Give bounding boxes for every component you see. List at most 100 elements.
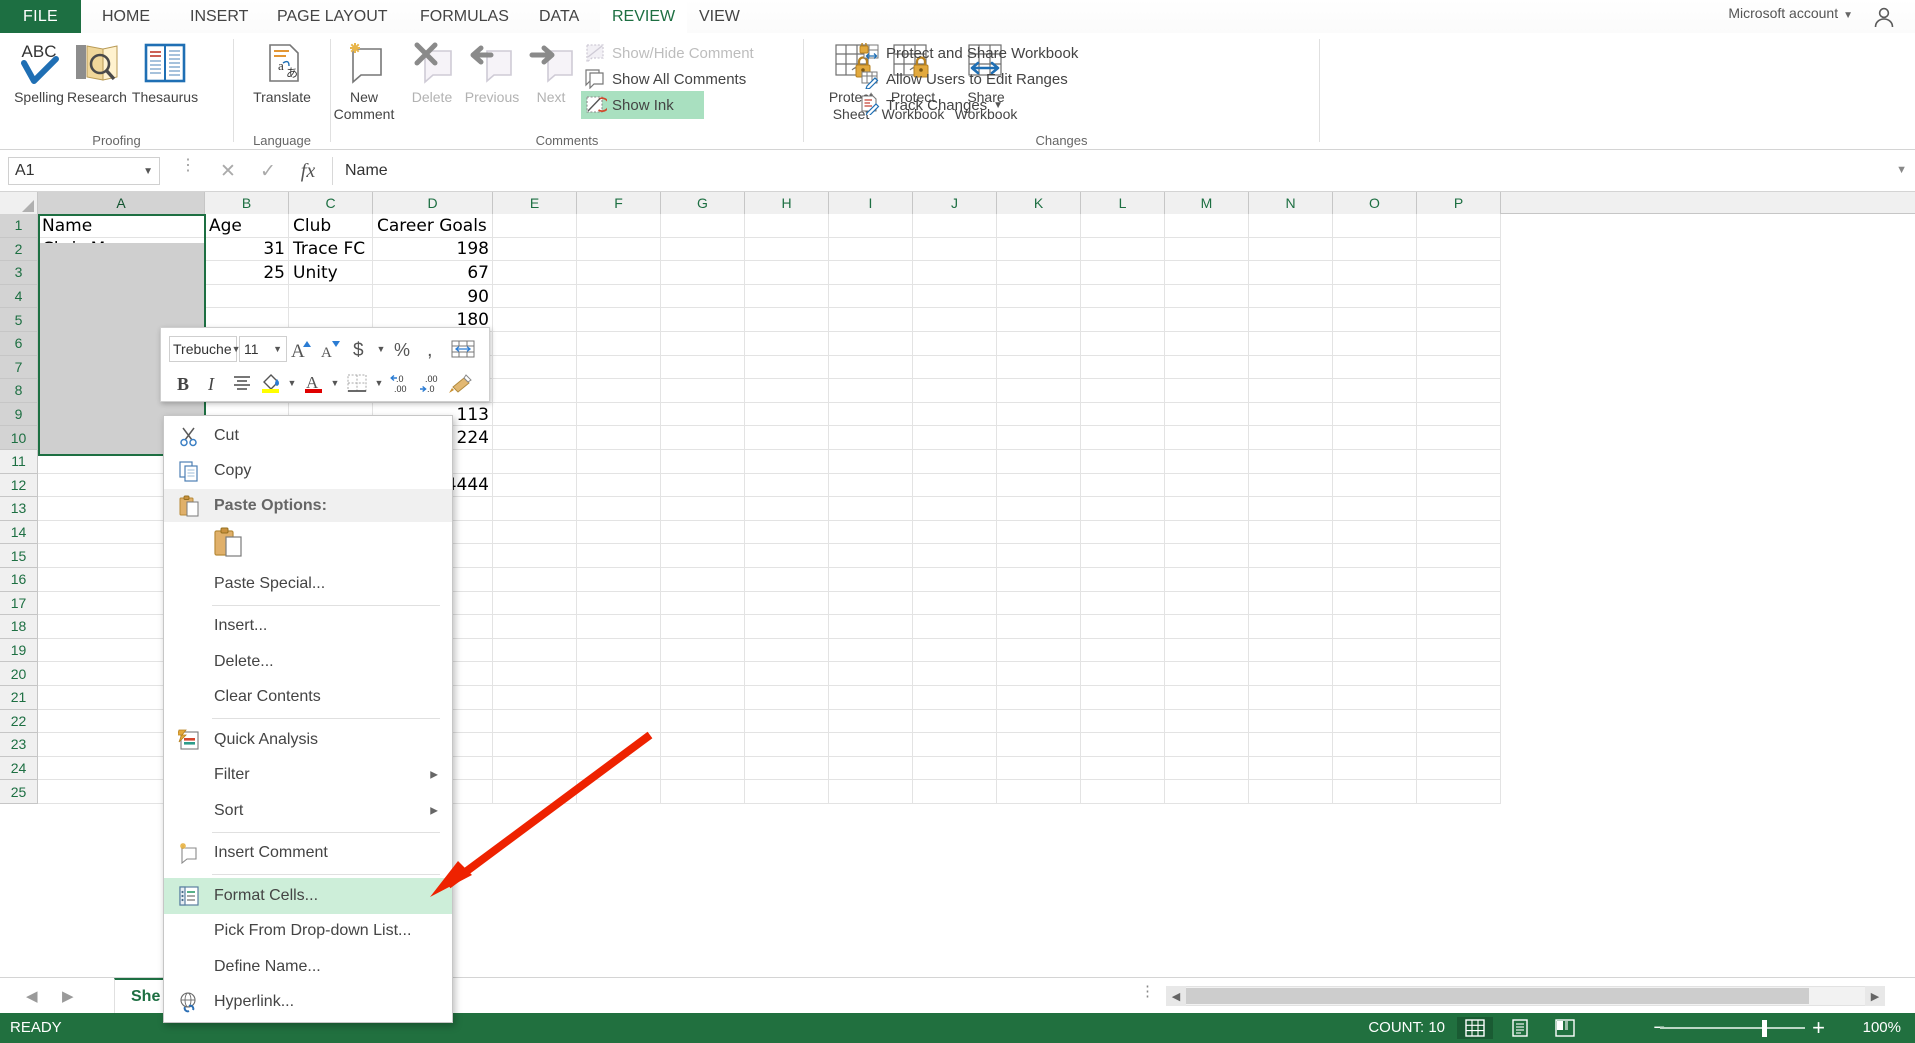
grid-cell-F4[interactable]: [577, 284, 661, 309]
page-break-preview-button[interactable]: [1547, 1017, 1583, 1039]
grid-cell-F10[interactable]: [577, 426, 661, 450]
context-menu-item-insert[interactable]: Insert...: [164, 609, 452, 645]
context-menu-item-clear-contents[interactable]: Clear Contents: [164, 680, 452, 716]
grid-cell-J8[interactable]: [913, 379, 997, 403]
grid-cell-M20[interactable]: [1165, 662, 1249, 686]
row-header-18[interactable]: 18: [0, 615, 38, 639]
grid-cell-J2[interactable]: [913, 237, 997, 262]
grid-cell-O11[interactable]: [1333, 450, 1417, 474]
grid-cell-L3[interactable]: [1081, 261, 1165, 285]
grid-cell-I7[interactable]: [829, 355, 913, 380]
grid-cell-E20[interactable]: [493, 662, 577, 686]
grid-cell-F9[interactable]: [577, 402, 661, 427]
cell-C2[interactable]: Trace FC: [289, 238, 373, 262]
grid-cell-M23[interactable]: [1165, 733, 1249, 757]
grid-cell-G6[interactable]: [661, 332, 745, 356]
grid-cell-K16[interactable]: [997, 568, 1081, 592]
grid-cell-K8[interactable]: [997, 379, 1081, 403]
grid-cell-O9[interactable]: [1333, 402, 1417, 427]
grid-cell-L7[interactable]: [1081, 355, 1165, 380]
grid-cell-M1[interactable]: [1165, 214, 1249, 238]
ribbon-button-protect-and-share-workbook[interactable]: Protect and Share Workbook: [855, 39, 1082, 67]
grid-cell-M8[interactable]: [1165, 379, 1249, 403]
grid-cell-O25[interactable]: [1333, 780, 1417, 804]
grid-cell-G2[interactable]: [661, 237, 745, 262]
grid-cell-O12[interactable]: [1333, 473, 1417, 498]
font-color-button[interactable]: A: [299, 368, 328, 397]
row-header-23[interactable]: 23: [0, 733, 38, 757]
grid-cell-K2[interactable]: [997, 237, 1081, 262]
grid-cell-F8[interactable]: [577, 379, 661, 403]
context-menu-item-filter[interactable]: Filter ▶: [164, 758, 452, 794]
grid-cell-I4[interactable]: [829, 284, 913, 309]
grid-cell-K14[interactable]: [997, 520, 1081, 545]
grid-cell-N1[interactable]: [1249, 214, 1333, 238]
grid-cell-M6[interactable]: [1165, 332, 1249, 356]
grid-cell-H25[interactable]: [745, 780, 829, 804]
grid-cell-I1[interactable]: [829, 214, 913, 238]
bold-button[interactable]: B: [169, 368, 198, 397]
grid-cell-E22[interactable]: [493, 709, 577, 734]
grid-cell-E18[interactable]: [493, 615, 577, 639]
column-header-G[interactable]: G: [661, 192, 745, 214]
grid-cell-K10[interactable]: [997, 426, 1081, 450]
grid-cell-J15[interactable]: [913, 544, 997, 568]
grid-cell-F18[interactable]: [577, 615, 661, 639]
grid-cell-O19[interactable]: [1333, 638, 1417, 663]
grid-cell-P12[interactable]: [1417, 473, 1501, 498]
grid-cell-P10[interactable]: [1417, 426, 1501, 450]
grid-cell-I22[interactable]: [829, 709, 913, 734]
grid-cell-H5[interactable]: [745, 308, 829, 332]
column-header-H[interactable]: H: [745, 192, 829, 214]
grid-cell-G21[interactable]: [661, 686, 745, 710]
grid-cell-G16[interactable]: [661, 568, 745, 592]
ribbon-button-translate[interactable]: aあ Translate: [245, 37, 319, 106]
grid-cell-F12[interactable]: [577, 473, 661, 498]
ribbon-button-show-hide-comment[interactable]: Show/Hide Comment: [581, 39, 758, 67]
context-menu-item-define-name[interactable]: Define Name...: [164, 949, 452, 985]
comma-style-button[interactable]: ,: [417, 334, 446, 363]
grid-cell-E6[interactable]: [493, 332, 577, 356]
row-header-4[interactable]: 4: [0, 284, 38, 309]
grid-cell-H11[interactable]: [745, 450, 829, 474]
grid-cell-J11[interactable]: [913, 450, 997, 474]
grid-cell-P22[interactable]: [1417, 709, 1501, 734]
italic-button[interactable]: I: [198, 368, 227, 397]
grid-cell-I2[interactable]: [829, 237, 913, 262]
ribbon-button-track-changes[interactable]: Track Changes ▼: [855, 91, 1007, 119]
grid-cell-F20[interactable]: [577, 662, 661, 686]
grid-cell-L6[interactable]: [1081, 332, 1165, 356]
zoom-slider[interactable]: [1660, 1027, 1805, 1029]
grid-cell-P11[interactable]: [1417, 450, 1501, 474]
grid-cell-E25[interactable]: [493, 780, 577, 804]
grid-cell-G15[interactable]: [661, 544, 745, 568]
normal-view-button[interactable]: [1457, 1017, 1493, 1039]
grid-cell-E3[interactable]: [493, 261, 577, 285]
grid-cell-H17[interactable]: [745, 591, 829, 616]
context-menu-item-format-cells[interactable]: Format Cells...: [164, 878, 452, 914]
user-account-icon[interactable]: [1871, 4, 1897, 30]
percent-style-button[interactable]: %: [388, 334, 417, 363]
cell-C1[interactable]: Club: [289, 214, 373, 238]
fill-color-dropdown[interactable]: ▼: [285, 368, 299, 397]
confirm-check-icon[interactable]: ✓: [248, 160, 288, 183]
grid-cell-E16[interactable]: [493, 568, 577, 592]
grid-cell-H7[interactable]: [745, 355, 829, 380]
grid-cell-P16[interactable]: [1417, 568, 1501, 592]
grid-cell-M21[interactable]: [1165, 686, 1249, 710]
fx-icon[interactable]: fx: [288, 160, 328, 183]
grid-cell-H15[interactable]: [745, 544, 829, 568]
grid-cell-H3[interactable]: [745, 261, 829, 285]
grid-cell-O6[interactable]: [1333, 332, 1417, 356]
grid-cell-O15[interactable]: [1333, 544, 1417, 568]
grid-cell-K24[interactable]: [997, 756, 1081, 781]
grid-cell-I16[interactable]: [829, 568, 913, 592]
grid-cell-E12[interactable]: [493, 473, 577, 498]
grid-cell-L11[interactable]: [1081, 450, 1165, 474]
nav-prev-icon[interactable]: ◀: [26, 987, 38, 1005]
grid-cell-H16[interactable]: [745, 568, 829, 592]
merge-and-center-button[interactable]: [446, 334, 480, 363]
grid-cell-N17[interactable]: [1249, 591, 1333, 616]
grid-cell-F24[interactable]: [577, 756, 661, 781]
row-header-15[interactable]: 15: [0, 544, 38, 568]
